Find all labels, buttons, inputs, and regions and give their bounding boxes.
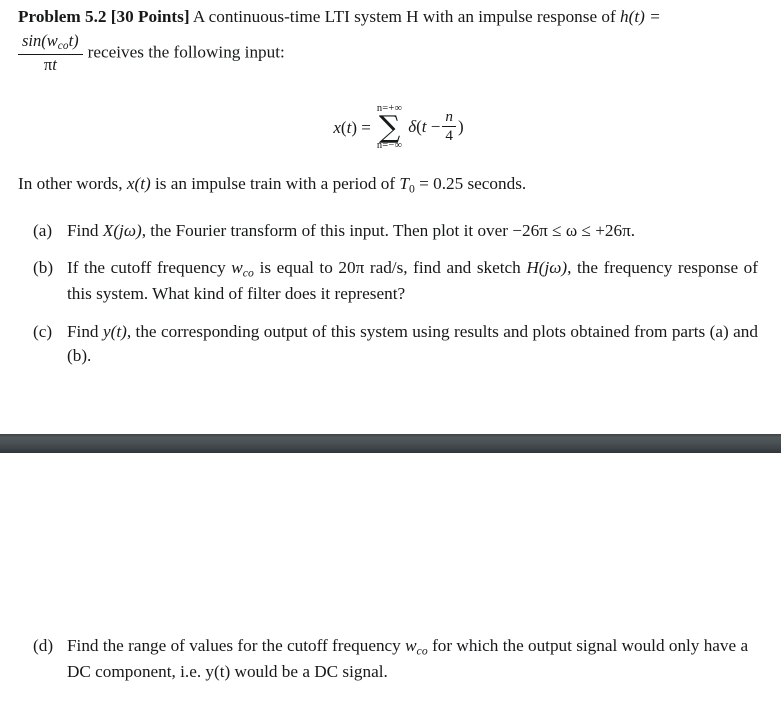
problem-intro-line2: sin(wcot) πt receives the following inpu… bbox=[18, 31, 770, 74]
item-c-text-2: , the corresponding output of this syste… bbox=[67, 321, 758, 366]
item-a-text-2: , the Fourier transform of this input. T… bbox=[141, 221, 513, 240]
document-page: Problem 5.2 [30 Points] A continuous-tim… bbox=[0, 0, 781, 707]
equation-left-side: x(t) = bbox=[333, 118, 370, 138]
n-over-4-fraction: n 4 bbox=[442, 109, 456, 144]
list-content-c: Find y(t), the corresponding output of t… bbox=[67, 320, 781, 369]
cutoff-frequency-symbol-d: w bbox=[405, 636, 417, 655]
list-item-d: (d) Find the range of values for the cut… bbox=[0, 634, 781, 684]
eq-equals-sign: = bbox=[361, 117, 371, 137]
list-marker-a: (a) bbox=[33, 221, 53, 240]
sinc-num-tail: t) bbox=[68, 31, 79, 51]
item-b-text-2: is equal to 20π rad/s, find and sketch bbox=[253, 258, 527, 278]
sigma-icon: ∑ bbox=[378, 109, 401, 145]
list-marker-d: (d) bbox=[33, 636, 54, 655]
sum-lower-limit: n=−∞ bbox=[376, 140, 403, 152]
list-item-b: (b) If the cutoff frequency wco is equal… bbox=[0, 256, 781, 306]
page-separator-band bbox=[0, 434, 781, 453]
period-value: = 0.25 seconds. bbox=[414, 174, 527, 193]
equation-inner: x(t) = n=+∞ ∑ n=−∞ δ(t − n 4 ) bbox=[333, 103, 463, 152]
problem-intro: Problem 5.2 [30 Points] A continuous-tim… bbox=[18, 4, 770, 74]
eq-paren-close: ) bbox=[351, 117, 357, 137]
list-marker-c: (c) bbox=[33, 321, 53, 341]
question-list: (a) Find X(jω), the Fourier transform of… bbox=[0, 219, 781, 382]
item-b-text-1: If the cutoff frequency bbox=[67, 258, 232, 278]
item-c-text-1: Find bbox=[67, 321, 103, 341]
omega-plot-range: −26π ≤ ω ≤ +26π. bbox=[512, 221, 636, 240]
frequency-response-symbol: H bbox=[526, 258, 539, 278]
period-description-paragraph: In other words, x(t) is an impulse train… bbox=[18, 171, 770, 198]
item-d-line-1: Find the range of values for the cutoff … bbox=[67, 636, 665, 658]
item-d-text-1: Find the range of values for the cutoff … bbox=[67, 636, 406, 655]
problem-intro-line1: Problem 5.2 [30 Points] A continuous-tim… bbox=[18, 4, 770, 30]
fourier-transform-argument: (jω) bbox=[113, 221, 142, 240]
list-item-c: (c) Find y(t), the corresponding output … bbox=[0, 320, 781, 369]
sinc-fraction: sin(wcot) πt bbox=[18, 31, 83, 74]
list-content-d: Find the range of values for the cutoff … bbox=[67, 634, 781, 684]
problem-intro-text-1: A continuous-time LTI system H with an i… bbox=[189, 7, 620, 26]
equation-right-side: δ(t − n 4 ) bbox=[408, 109, 463, 146]
paragraph-x-of-t: x(t) bbox=[126, 174, 151, 193]
delta-symbol: δ bbox=[408, 117, 417, 137]
minus-sign: − bbox=[430, 117, 441, 137]
delta-paren-close: ) bbox=[457, 117, 464, 137]
sinc-fraction-numerator: sin(wcot) bbox=[18, 31, 83, 55]
impulse-response-symbol: h(t) = bbox=[620, 7, 661, 26]
sinc-num-subscript: co bbox=[57, 40, 69, 53]
item-a-text-1: Find bbox=[67, 221, 103, 240]
paragraph-text-middle: is an impulse train with a period of bbox=[150, 174, 400, 193]
problem-intro-text-2: receives the following input: bbox=[87, 42, 285, 62]
period-symbol: T bbox=[399, 174, 409, 193]
sinc-num-head: sin(w bbox=[22, 31, 58, 51]
frequency-response-argument: (jω) bbox=[538, 258, 568, 278]
item-d-text-2: for which the output signal would bbox=[427, 636, 665, 655]
list-item-a: (a) Find X(jω), the Fourier transform of… bbox=[0, 219, 781, 243]
delta-t-symbol: t bbox=[421, 117, 427, 137]
t-symbol: t bbox=[52, 54, 57, 74]
fourier-transform-symbol: X bbox=[102, 221, 114, 240]
output-signal-symbol: y(t) bbox=[102, 321, 127, 341]
fraction-numerator: n bbox=[442, 109, 456, 128]
list-marker-b: (b) bbox=[33, 258, 54, 278]
fraction-denominator: 4 bbox=[445, 127, 453, 145]
eq-x-symbol: x bbox=[333, 117, 341, 137]
cutoff-frequency-subscript-d: co bbox=[416, 644, 428, 658]
paragraph-text-before: In other words, bbox=[18, 174, 127, 193]
pi-symbol: π bbox=[43, 54, 53, 74]
impulse-train-equation: x(t) = n=+∞ ∑ n=−∞ δ(t − n 4 ) bbox=[0, 103, 781, 152]
cutoff-frequency-subscript-b: co bbox=[242, 266, 254, 280]
list-content-b: If the cutoff frequency wco is equal to … bbox=[67, 256, 781, 306]
sinc-fraction-denominator: πt bbox=[18, 55, 83, 74]
question-list-continued: (d) Find the range of values for the cut… bbox=[0, 634, 781, 697]
cutoff-frequency-symbol-b: w bbox=[231, 258, 243, 278]
summation-operator: n=+∞ ∑ n=−∞ bbox=[376, 103, 403, 152]
problem-heading: Problem 5.2 [30 Points] bbox=[18, 7, 190, 26]
list-content-a: Find X(jω), the Fourier transform of thi… bbox=[67, 219, 781, 243]
